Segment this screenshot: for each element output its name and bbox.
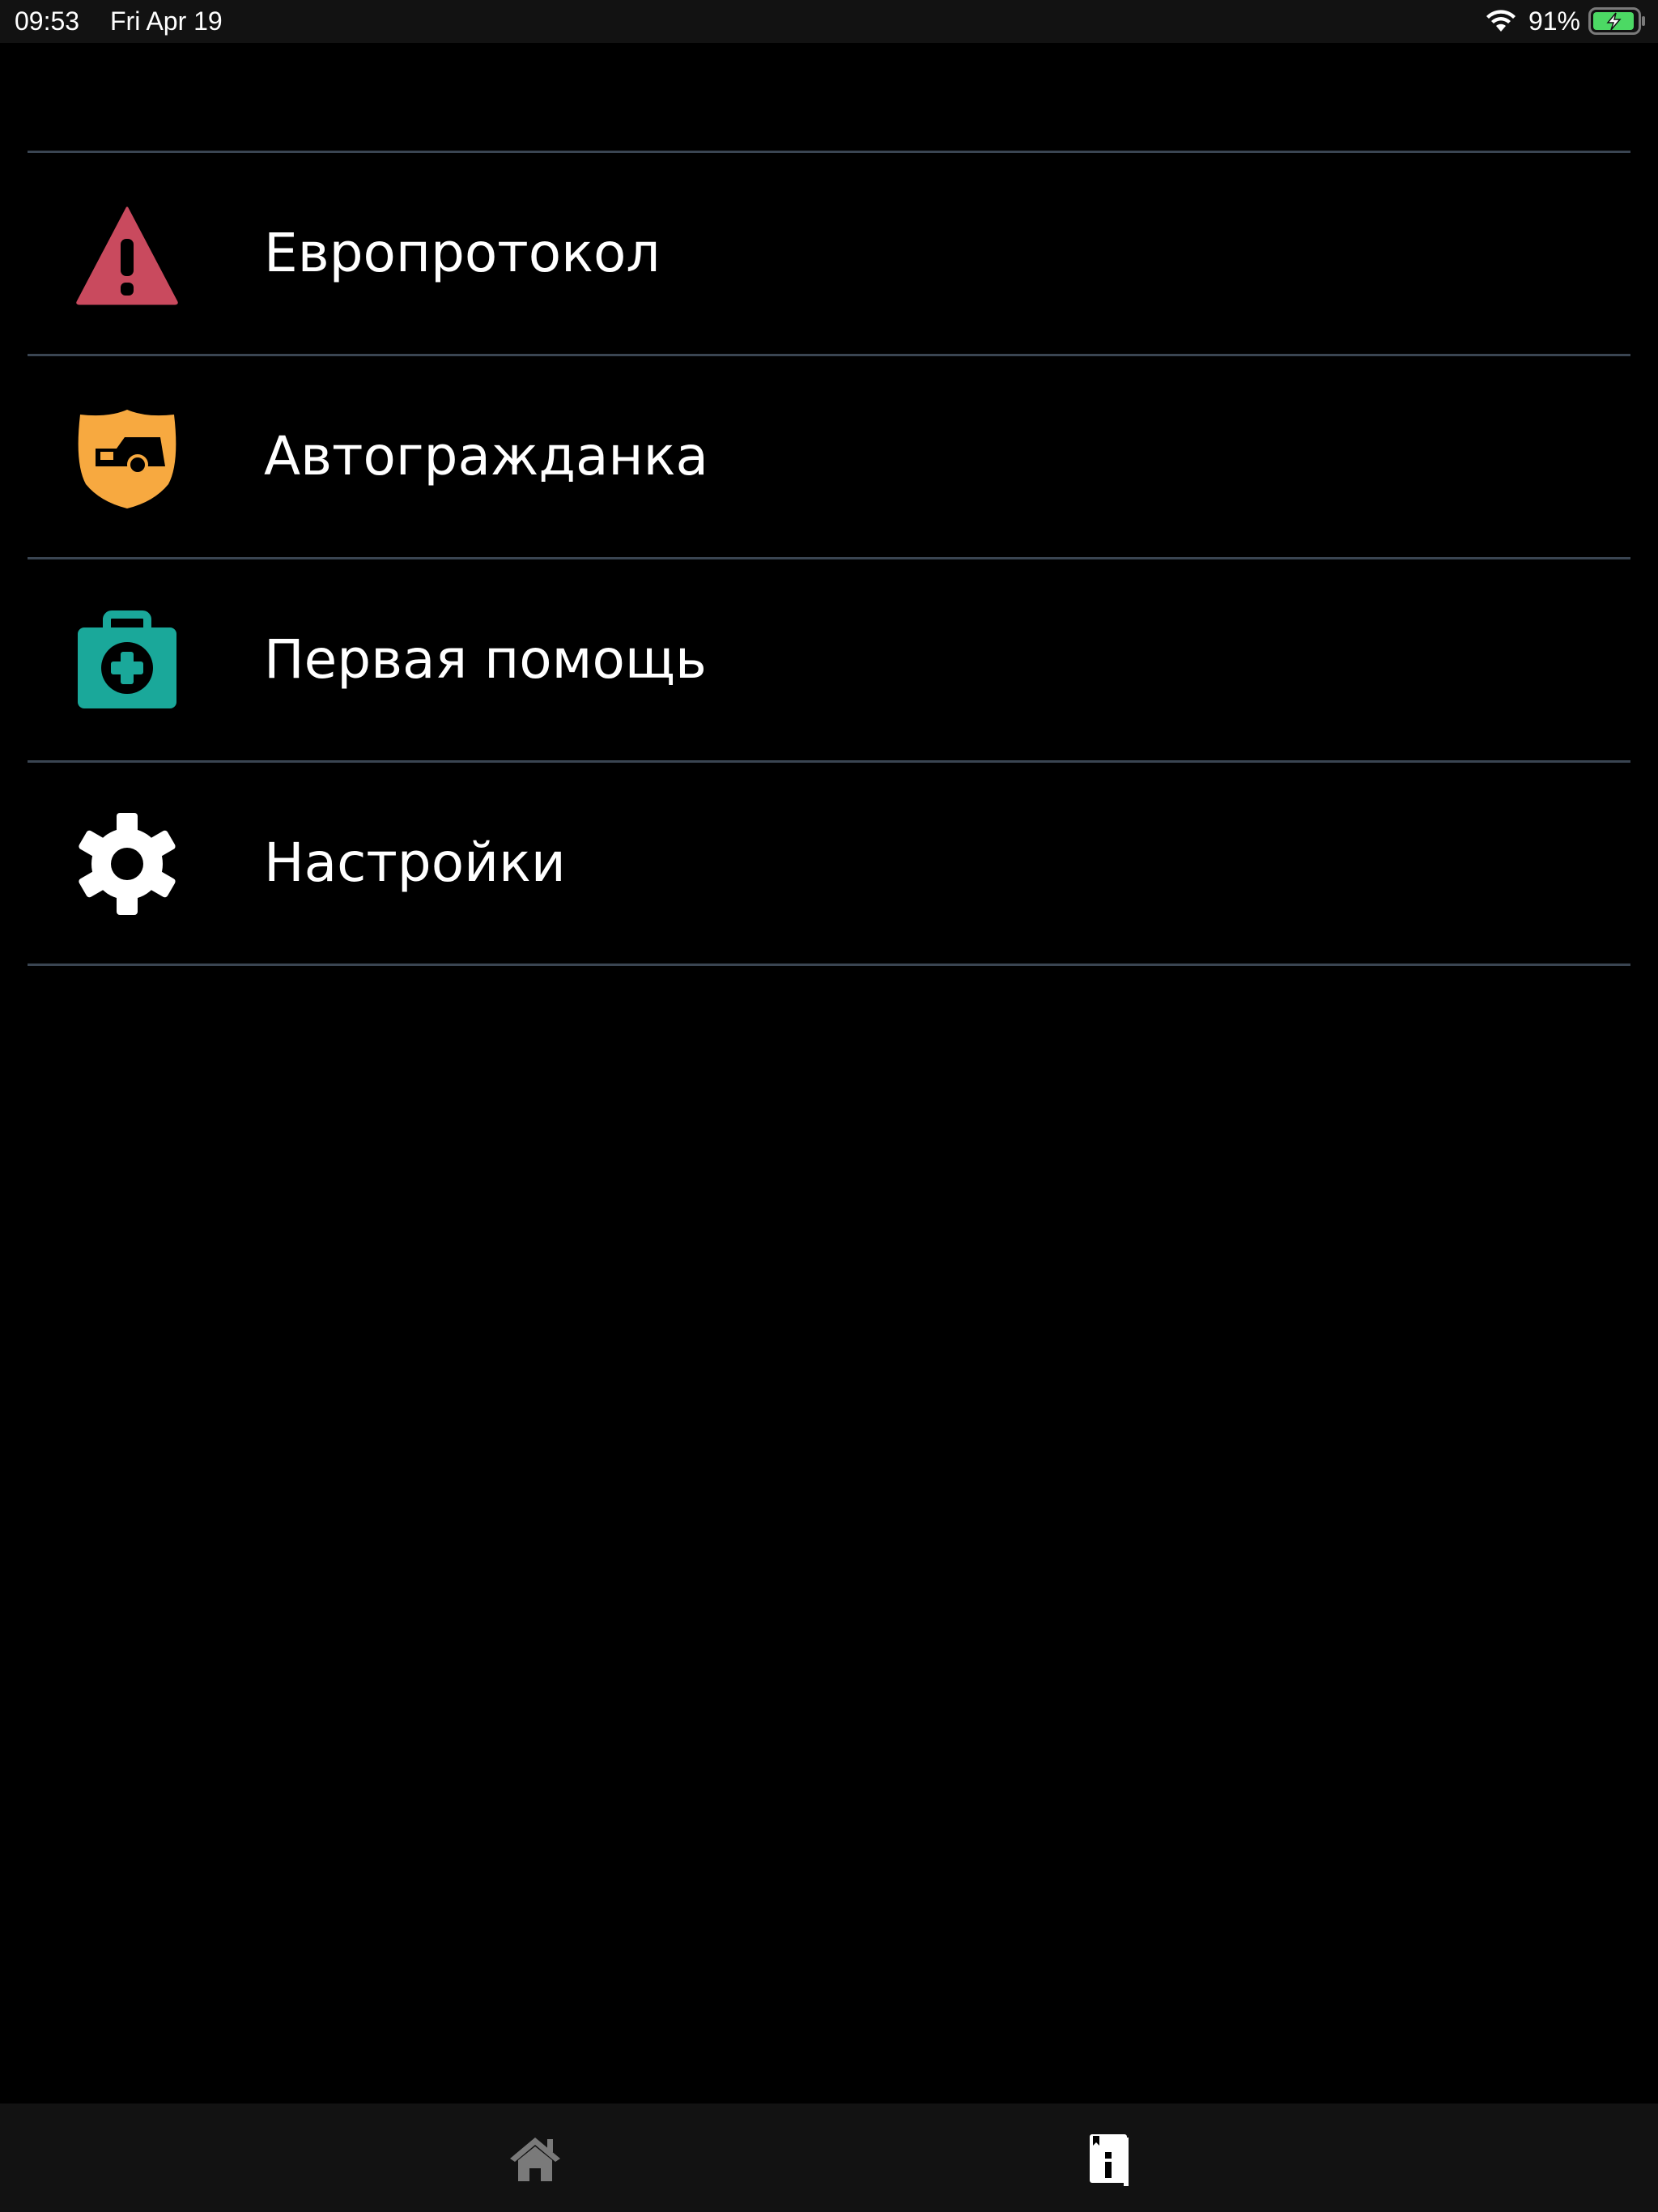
wifi-icon	[1485, 9, 1517, 33]
menu-item-settings[interactable]: Настройки	[28, 763, 1630, 963]
main-menu: Европротокол Автогражданка Первая помощь	[28, 151, 1630, 966]
battery-percentage: 91%	[1528, 6, 1580, 36]
car-shield-icon	[76, 406, 178, 508]
status-indicators: 91%	[1485, 5, 1647, 37]
menu-item-first-aid[interactable]: Первая помощь	[28, 559, 1630, 760]
divider	[28, 963, 1630, 966]
menu-item-label: Настройки	[264, 832, 566, 894]
menu-item-label: Автогражданка	[264, 425, 708, 487]
status-bar: 09:53 Fri Apr 19 91%	[0, 0, 1658, 43]
menu-item-autocitizen[interactable]: Автогражданка	[28, 356, 1630, 557]
info-book-icon	[1082, 2133, 1135, 2186]
status-date: Fri Apr 19	[110, 6, 223, 36]
tab-bar	[0, 2104, 1658, 2212]
first-aid-kit-icon	[76, 610, 178, 712]
gear-icon	[76, 813, 178, 915]
menu-item-label: Европротокол	[264, 222, 661, 284]
menu-item-label: Первая помощь	[264, 628, 707, 691]
menu-item-europrotocol[interactable]: Европротокол	[28, 153, 1630, 354]
tab-home[interactable]	[508, 2133, 562, 2186]
status-time: 09:53	[15, 6, 80, 36]
warning-triangle-icon	[76, 203, 178, 305]
battery-charging-icon	[1588, 7, 1647, 35]
tab-info[interactable]	[1082, 2133, 1135, 2186]
home-icon	[508, 2133, 562, 2186]
